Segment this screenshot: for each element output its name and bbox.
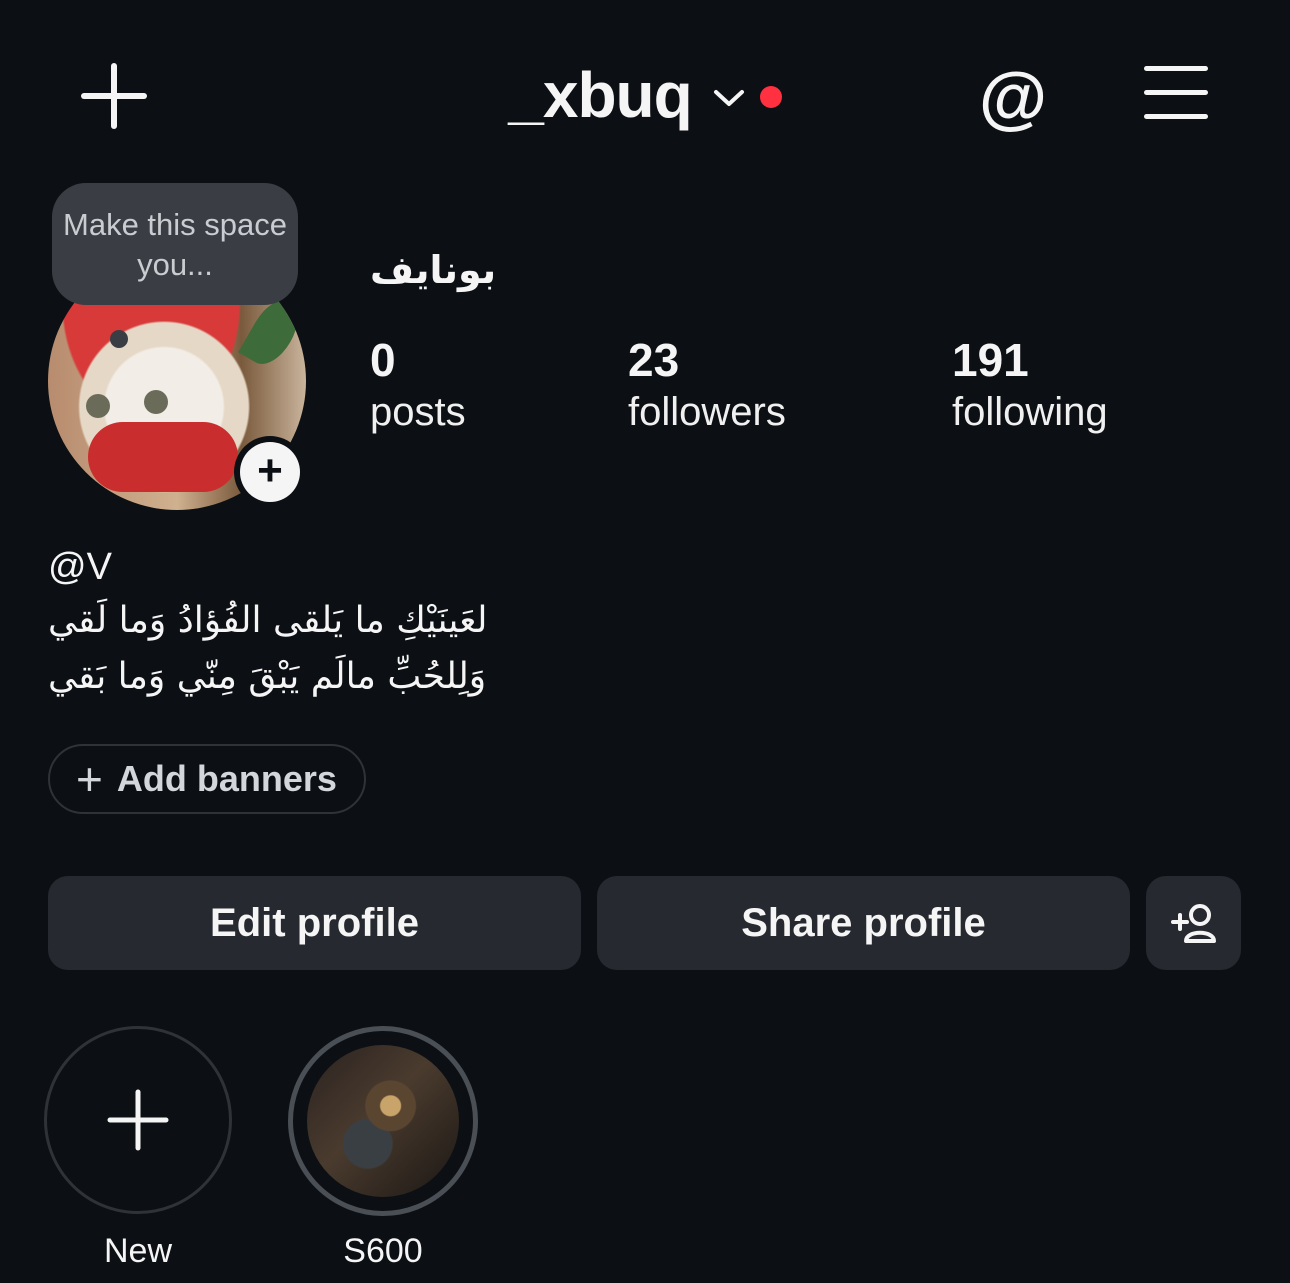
highlight-new[interactable] [44, 1026, 232, 1214]
notification-dot [759, 86, 782, 108]
stat-label: following [952, 390, 1108, 434]
account-switcher[interactable]: _xbuq [0, 58, 1290, 132]
menu-icon[interactable] [1144, 66, 1208, 122]
add-banners-label: Add banners [116, 758, 337, 799]
stat-value: 191 [952, 334, 1029, 386]
edit-profile-button[interactable]: Edit profile [48, 876, 581, 970]
plus-icon [107, 1089, 169, 1151]
stat-posts[interactable]: 0 posts [370, 332, 466, 436]
highlight-s600[interactable] [288, 1026, 478, 1216]
edit-profile-label: Edit profile [210, 900, 419, 945]
display-name: بونايف [370, 248, 497, 292]
tooltip-tail [110, 330, 128, 348]
share-profile-label: Share profile [741, 900, 986, 945]
add-banners-button[interactable]: + Add banners [48, 744, 366, 814]
share-profile-button[interactable]: Share profile [597, 876, 1130, 970]
highlight-cover-image [307, 1045, 459, 1197]
stat-value: 23 [628, 334, 680, 386]
discover-people-button[interactable] [1146, 876, 1241, 970]
stat-label: posts [370, 390, 466, 434]
add-person-icon [1170, 904, 1216, 943]
chevron-down-icon [713, 90, 744, 106]
bio-line: لعَينَيْكِ ما يَلقى الفُؤادُ وَما لَقي [48, 600, 488, 641]
highlight-label: New [103, 1232, 173, 1270]
stat-following[interactable]: 191 following [952, 332, 1108, 436]
stat-value: 0 [370, 334, 396, 386]
plus-icon: + [240, 442, 300, 502]
bio-mention[interactable]: @V [48, 546, 112, 589]
add-story-button[interactable]: + [234, 436, 306, 508]
stat-label: followers [628, 390, 786, 434]
plus-icon: + [76, 753, 103, 805]
threads-icon[interactable]: @ [978, 62, 1048, 132]
bio-line: وَلِلحُبِّ مالَم يَبْقَ مِنّي وَما بَقي [48, 656, 487, 697]
username: _xbuq [508, 59, 692, 131]
stat-followers[interactable]: 23 followers [628, 332, 786, 436]
tooltip-text: Make this space you... [63, 207, 287, 282]
highlight-label: S600 [343, 1232, 423, 1270]
note-tooltip[interactable]: Make this space you... [52, 183, 298, 305]
